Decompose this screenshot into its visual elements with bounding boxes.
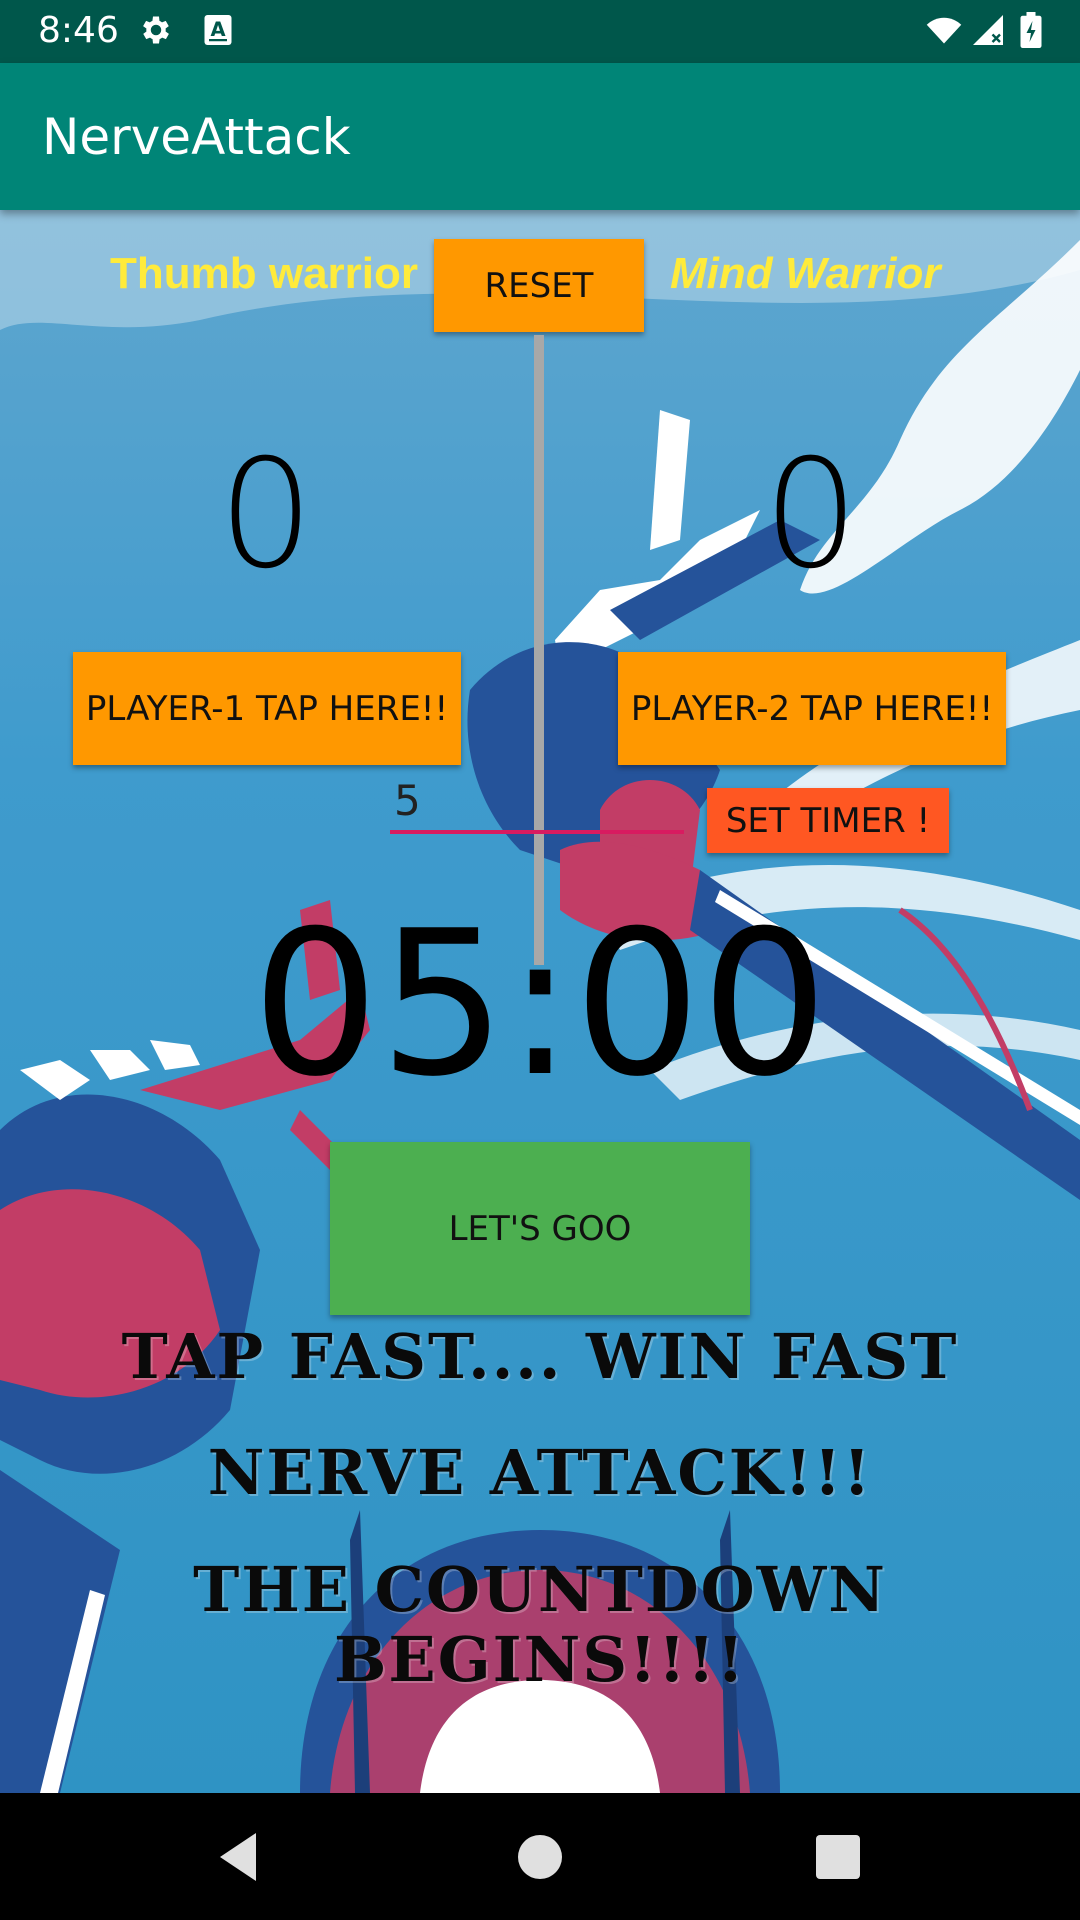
player2-name: Mind Warrior (670, 249, 941, 298)
player1-score: 0 (218, 428, 314, 602)
screen: 8:46 A NerveAttack Thumb warrior Mind Wa… (0, 0, 1080, 1920)
app-bar: NerveAttack (0, 63, 1080, 210)
player1-tap-button[interactable]: PLAYER-1 TAP HERE!! (73, 652, 461, 765)
player1-name: Thumb warrior (110, 249, 419, 298)
wifi-icon (926, 17, 962, 44)
app-title: NerveAttack (42, 108, 351, 166)
recents-icon[interactable] (798, 1817, 878, 1897)
status-time: 8:46 (38, 10, 119, 51)
slogan-line-2: NERVE ATTACK!!! (207, 1436, 873, 1509)
a-box-icon: A (204, 15, 232, 45)
center-divider (534, 335, 544, 965)
timer-input[interactable] (390, 770, 684, 834)
battery-icon (1020, 12, 1042, 48)
set-timer-button[interactable]: SET TIMER ! (707, 788, 949, 853)
player2-tap-button[interactable]: PLAYER-2 TAP HERE!! (618, 652, 1006, 765)
signal-icon (973, 15, 1003, 45)
home-icon[interactable] (500, 1817, 580, 1897)
reset-button[interactable]: RESET (434, 239, 644, 332)
navigation-bar (0, 1793, 1080, 1920)
svg-text:A: A (210, 18, 225, 41)
player2-score: 0 (763, 428, 859, 602)
game-screen: Thumb warrior Mind Warrior RESET 0 0 PLA… (0, 210, 1080, 1793)
countdown-display: 05:00 (251, 888, 829, 1121)
status-bar: 8:46 A (0, 0, 1080, 63)
start-button[interactable]: LET'S GOO (330, 1142, 750, 1315)
slogan-line-3: THE COUNTDOWN BEGINS!!!! (193, 1553, 887, 1696)
back-icon[interactable] (200, 1817, 280, 1897)
slogan-line-1: TAP FAST.... WIN FAST (121, 1320, 959, 1393)
gear-icon (143, 16, 169, 44)
